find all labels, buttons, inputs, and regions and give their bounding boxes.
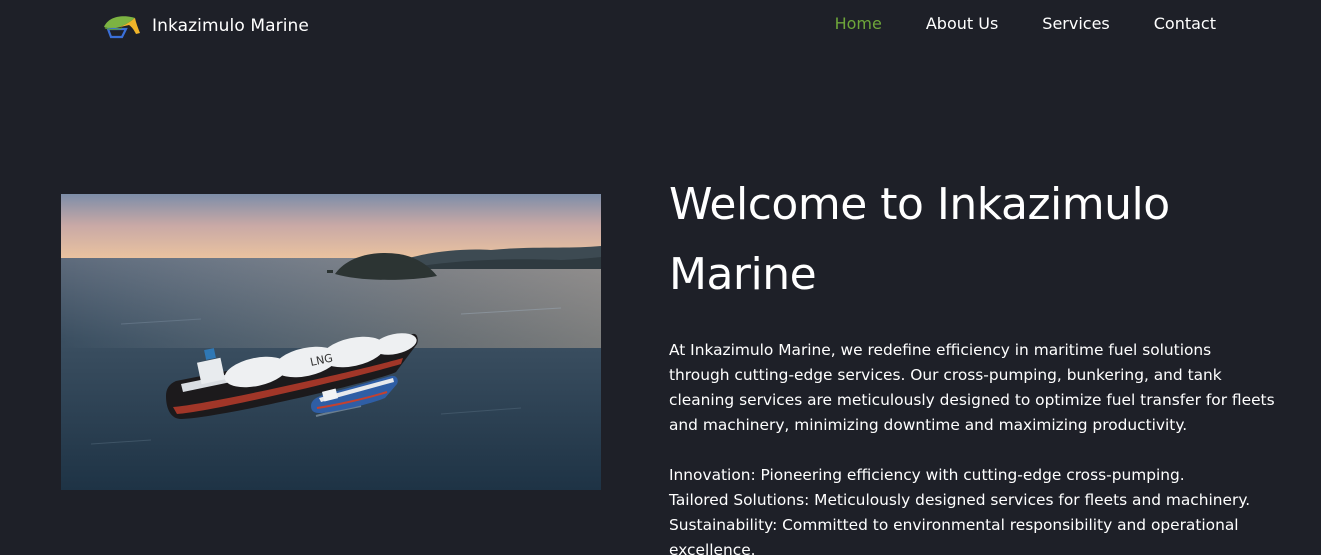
page-title: Welcome to Inkazimulo Marine bbox=[669, 179, 1170, 300]
hero-image: LNG bbox=[61, 194, 601, 490]
nav-contact[interactable]: Contact bbox=[1154, 14, 1216, 33]
brand-link[interactable]: Inkazimulo Marine bbox=[102, 11, 309, 41]
lng-tanker-photo: LNG bbox=[61, 194, 601, 490]
features-list: Innovation: Pioneering efficiency with c… bbox=[669, 463, 1281, 555]
hero-content: Welcome to Inkazimulo Marine At Inkazimu… bbox=[669, 170, 1289, 555]
feature-sustainability: Sustainability: Committed to environment… bbox=[669, 516, 1239, 555]
nav-about-us[interactable]: About Us bbox=[926, 14, 998, 33]
brand-name: Inkazimulo Marine bbox=[152, 16, 309, 36]
leaf-logo-icon bbox=[104, 16, 140, 39]
main-nav: Home About Us Services Contact bbox=[835, 14, 1216, 33]
page: Inkazimulo Marine Home About Us Services… bbox=[0, 0, 1321, 555]
nav-services[interactable]: Services bbox=[1042, 14, 1109, 33]
nav-home[interactable]: Home bbox=[835, 14, 882, 33]
feature-tailored-solutions: Tailored Solutions: Meticulously designe… bbox=[669, 491, 1251, 509]
intro-paragraph: At Inkazimulo Marine, we redefine effici… bbox=[669, 341, 1275, 434]
feature-innovation: Innovation: Pioneering efficiency with c… bbox=[669, 466, 1185, 484]
site-header: Inkazimulo Marine Home About Us Services… bbox=[0, 0, 1321, 52]
